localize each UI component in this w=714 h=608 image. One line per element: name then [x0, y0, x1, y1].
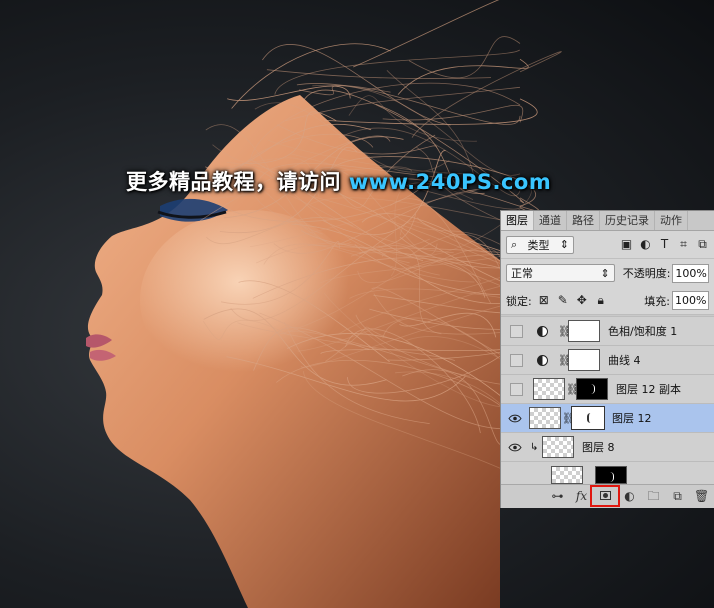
- layer-thumbnail: [533, 378, 565, 400]
- new-group-icon[interactable]: 🗀︎: [646, 489, 661, 504]
- layer-thumbnail: [529, 407, 561, 429]
- new-adjustment-icon[interactable]: ◐: [622, 489, 637, 504]
- filter-row: ⌕ 类型 ⇕ ▣ ◐ T ⌗ ⧉: [501, 231, 714, 259]
- adjustment-layer-icon: [537, 354, 548, 366]
- visibility-toggle[interactable]: [510, 324, 523, 338]
- layer-name[interactable]: 图层 8: [582, 439, 615, 455]
- layer-list[interactable]: ⛓ 色相/饱和度 1 ⛓ 曲线 4 ⛓ 图层 12 副本 ⛓ 图层 12 ↳ 图…: [501, 315, 714, 487]
- layer-mask-thumbnail[interactable]: [595, 466, 627, 484]
- blend-mode-select[interactable]: 正常 ⇕: [506, 264, 615, 282]
- layer-row-layer-8[interactable]: ↳ 图层 8: [501, 433, 714, 462]
- clipping-arrow-icon: ↳: [530, 441, 539, 453]
- adjustment-layer-icon: [537, 325, 548, 337]
- layer-mask-thumbnail[interactable]: [568, 349, 600, 371]
- tab-layers[interactable]: 图层: [501, 211, 534, 230]
- fill-group: 填充: 100%: [636, 291, 709, 310]
- blend-mode-value: 正常: [511, 267, 533, 280]
- layer-row-layer-12[interactable]: ⛓ 图层 12: [501, 404, 714, 433]
- lock-transparent-icon[interactable]: ⊠: [538, 293, 550, 308]
- updown-arrows-icon: ⇕: [600, 266, 610, 280]
- layer-thumbnail: [542, 436, 574, 458]
- fill-field[interactable]: 100%: [672, 291, 709, 310]
- opacity-field[interactable]: 100%: [672, 263, 709, 283]
- trash-icon[interactable]: 🗑︎: [694, 489, 709, 504]
- shape-filter-icon[interactable]: ⌗: [677, 238, 690, 251]
- kind-filter-select[interactable]: ⌕ 类型 ⇕: [506, 235, 574, 254]
- visibility-toggle[interactable]: [510, 353, 523, 367]
- layers-panel: 图层 通道 路径 历史记录 动作 ⌕ 类型 ⇕ ▣ ◐ T ⌗ ⧉ 正常 ⇕ 不…: [500, 210, 714, 508]
- lock-label: 锁定:: [506, 294, 532, 308]
- layer-row-curves[interactable]: ⛓ 曲线 4: [501, 346, 714, 375]
- chain-link-icon[interactable]: ⛓: [562, 412, 576, 425]
- opacity-label: 不透明度:: [622, 267, 671, 280]
- lock-row: 锁定: ⊠ ✎ ✥ 🔒︎ 填充: 100%: [501, 287, 714, 315]
- kind-filter-label: 类型: [527, 238, 550, 252]
- add-mask-icon[interactable]: [590, 485, 620, 507]
- eye-icon[interactable]: [508, 441, 522, 453]
- lock-position-icon[interactable]: ✥: [576, 293, 588, 308]
- watermark-text: 更多精品教程，请访问 www.240PS.com: [126, 166, 551, 196]
- lock-all-icon[interactable]: 🔒︎: [595, 293, 607, 308]
- adjustment-filter-icon[interactable]: ◐: [639, 238, 652, 251]
- image-filter-icon[interactable]: ▣: [620, 238, 633, 251]
- eye-icon[interactable]: [508, 412, 522, 424]
- fx-icon[interactable]: fx: [574, 489, 589, 504]
- layer-mask-thumbnail[interactable]: [576, 378, 608, 400]
- blend-row: 正常 ⇕ 不透明度: 100%: [501, 259, 714, 287]
- layer-name[interactable]: 色相/饱和度 1: [608, 323, 677, 339]
- fill-label: 填充:: [644, 294, 670, 308]
- mask-symbol: [600, 491, 611, 500]
- tab-channels[interactable]: 通道: [534, 211, 567, 230]
- layers-bottom-bar: ⊶ fx ◐ 🗀︎ ⧉ 🗑︎: [501, 484, 714, 508]
- search-icon: ⌕: [511, 237, 518, 251]
- layer-thumbnail: [551, 466, 583, 484]
- filter-icons: ▣ ◐ T ⌗ ⧉: [620, 238, 709, 251]
- lock-brush-icon[interactable]: ✎: [557, 293, 569, 308]
- panel-tabs: 图层 通道 路径 历史记录 动作: [501, 211, 714, 231]
- visibility-toggle[interactable]: [510, 382, 523, 396]
- chain-link-icon[interactable]: ⛓: [558, 325, 572, 338]
- watermark-url: www.240PS.com: [348, 170, 552, 194]
- layer-name[interactable]: 曲线 4: [608, 352, 641, 368]
- lock-icons: ⊠ ✎ ✥ 🔒︎: [538, 293, 607, 308]
- tab-history[interactable]: 历史记录: [600, 211, 655, 230]
- watermark-caption: 更多精品教程，请访问: [126, 170, 341, 194]
- smart-object-filter-icon[interactable]: ⧉: [696, 238, 709, 251]
- layer-name[interactable]: 图层 12: [612, 410, 652, 426]
- new-layer-icon[interactable]: ⧉: [670, 489, 685, 504]
- layer-row-hue-saturation[interactable]: ⛓ 色相/饱和度 1: [501, 317, 714, 346]
- updown-arrows-icon: ⇕: [559, 238, 569, 251]
- layer-mask-thumbnail[interactable]: [571, 406, 605, 430]
- chain-link-icon[interactable]: ⛓: [558, 354, 572, 367]
- layer-name[interactable]: 图层 12 副本: [616, 381, 681, 397]
- type-filter-icon[interactable]: T: [658, 238, 671, 251]
- chain-link-icon[interactable]: ⛓: [566, 383, 580, 396]
- layer-mask-thumbnail[interactable]: [568, 320, 600, 342]
- tab-actions[interactable]: 动作: [655, 211, 688, 230]
- tab-paths[interactable]: 路径: [567, 211, 600, 230]
- link-layers-icon[interactable]: ⊶: [550, 489, 565, 504]
- layer-row-layer-12-copy[interactable]: ⛓ 图层 12 副本: [501, 375, 714, 404]
